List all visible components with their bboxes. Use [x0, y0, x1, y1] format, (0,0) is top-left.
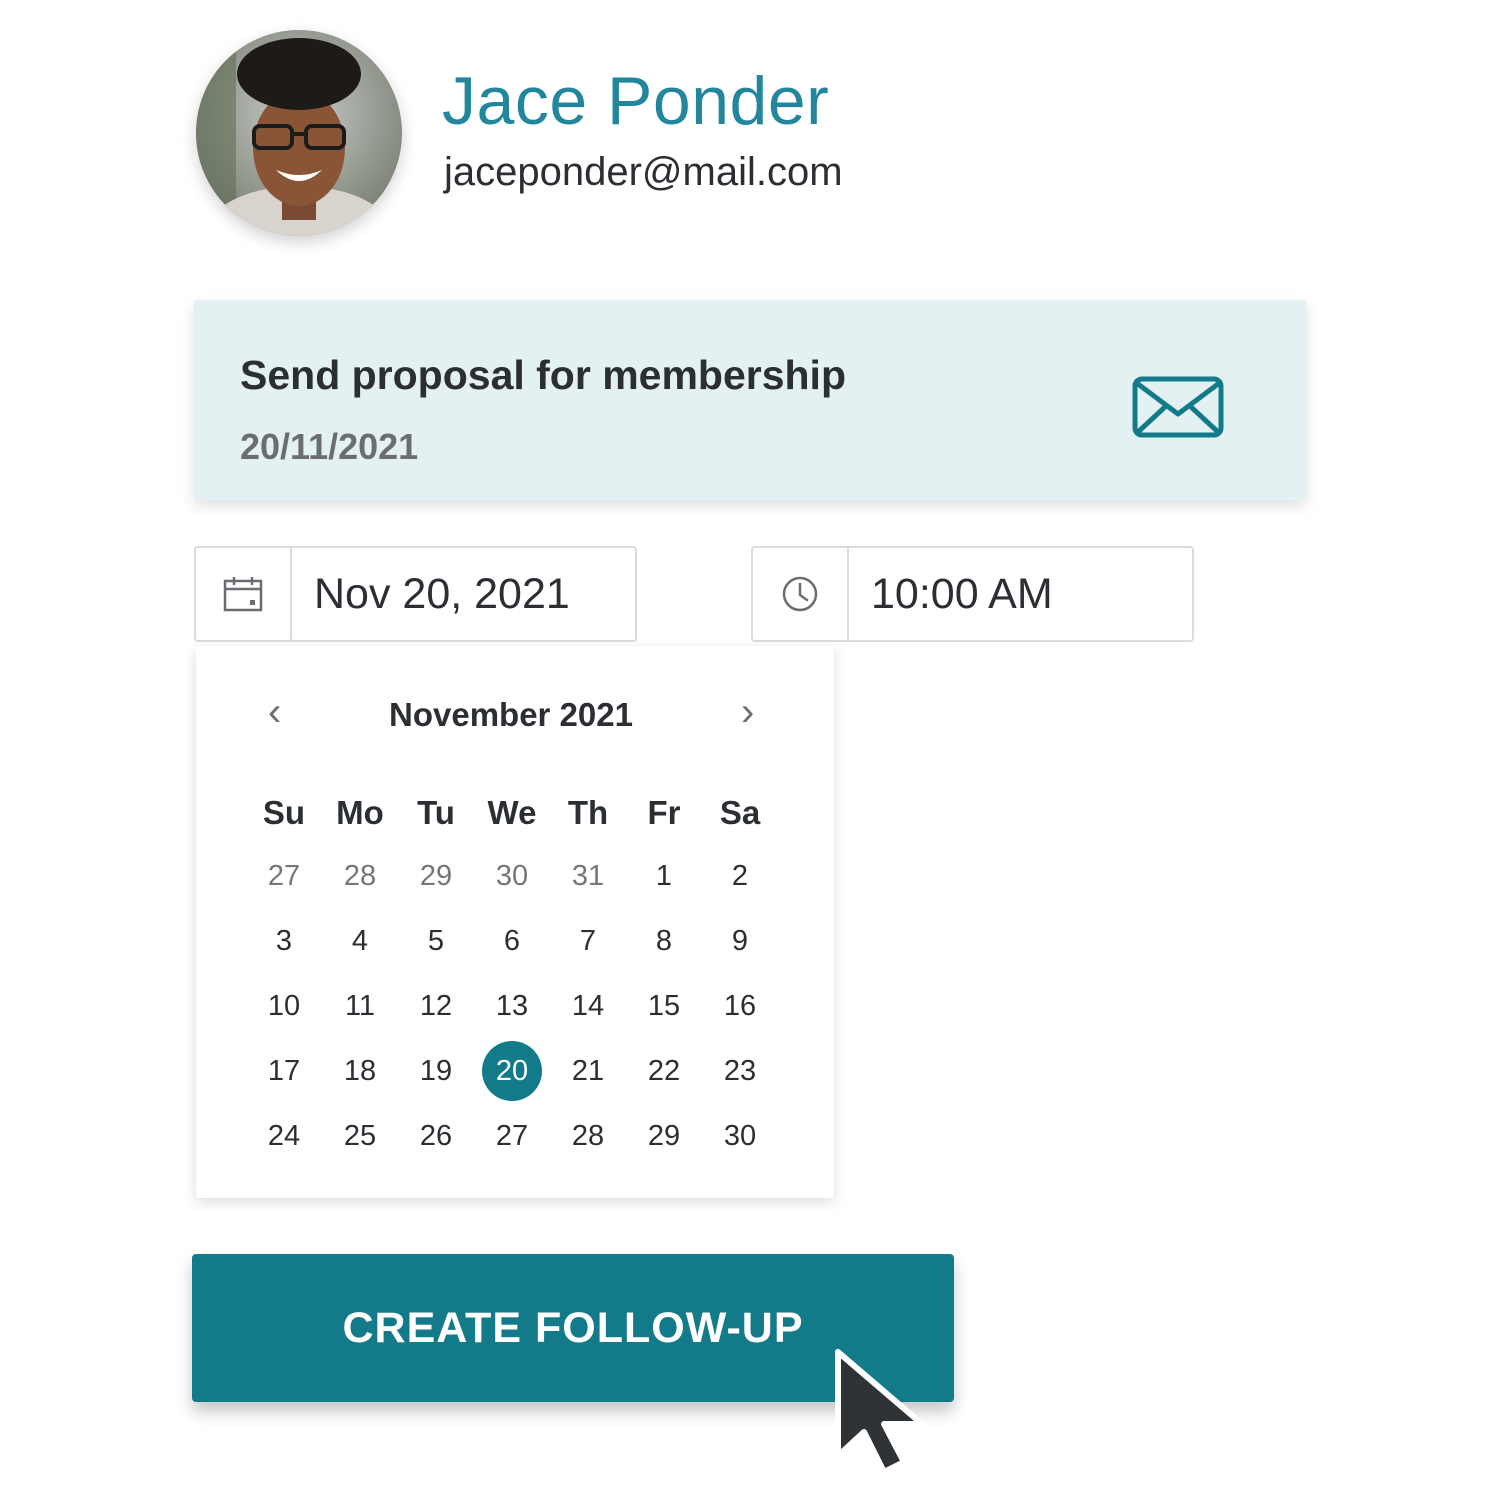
- calendar-day[interactable]: 12: [406, 976, 466, 1036]
- calendar-day-selected[interactable]: 20: [482, 1041, 542, 1101]
- weekday-header: We: [487, 794, 537, 831]
- contact-email: jaceponder@mail.com: [444, 150, 843, 194]
- calendar-day[interactable]: 9: [710, 911, 770, 971]
- calendar-day[interactable]: 26: [406, 1106, 466, 1166]
- date-input[interactable]: Nov 20, 2021: [194, 546, 637, 642]
- calendar-day[interactable]: 14: [558, 976, 618, 1036]
- calendar-day[interactable]: 31: [558, 846, 618, 906]
- date-picker-popup: ‹ November 2021 › Su Mo Tu We Th Fr Sa 27 28 29 30…: [196, 646, 834, 1198]
- calendar-day[interactable]: 6: [482, 911, 542, 971]
- contact-name: Jace Ponder: [442, 63, 830, 139]
- profile-photo: [196, 30, 402, 236]
- calendar-day[interactable]: 11: [330, 976, 390, 1036]
- calendar-day[interactable]: 21: [558, 1041, 618, 1101]
- date-input-value[interactable]: Nov 20, 2021: [314, 570, 570, 619]
- weekday-header: Mo: [336, 794, 384, 831]
- calendar-day[interactable]: 1: [634, 846, 694, 906]
- calendar-day[interactable]: 13: [482, 976, 542, 1036]
- calendar-day[interactable]: 7: [558, 911, 618, 971]
- weekday-header: Th: [567, 794, 609, 831]
- weekday-header: Sa: [719, 794, 761, 831]
- weekday-header: Fr: [647, 794, 681, 831]
- calendar-day[interactable]: 25: [330, 1106, 390, 1166]
- calendar-day[interactable]: 29: [634, 1106, 694, 1166]
- calendar-day[interactable]: 17: [254, 1041, 314, 1101]
- calendar-day[interactable]: 28: [558, 1106, 618, 1166]
- calendar-day[interactable]: 30: [710, 1106, 770, 1166]
- weekday-header: Tu: [417, 794, 455, 831]
- time-input-icon-cell[interactable]: [753, 548, 849, 640]
- time-input-value[interactable]: 10:00 AM: [871, 570, 1053, 619]
- calendar-day[interactable]: 15: [634, 976, 694, 1036]
- calendar-day[interactable]: 16: [710, 976, 770, 1036]
- calendar-day[interactable]: 30: [482, 846, 542, 906]
- calendar-day[interactable]: 27: [482, 1106, 542, 1166]
- next-month-button[interactable]: ›: [741, 690, 754, 735]
- calendar-day[interactable]: 23: [710, 1041, 770, 1101]
- calendar-day[interactable]: 18: [330, 1041, 390, 1101]
- mouse-pointer-icon: [835, 1349, 925, 1475]
- calendar-day[interactable]: 22: [634, 1041, 694, 1101]
- calendar-day[interactable]: 3: [254, 911, 314, 971]
- calendar-day[interactable]: 19: [406, 1041, 466, 1101]
- time-input[interactable]: 10:00 AM: [751, 546, 1194, 642]
- calendar-day[interactable]: 10: [254, 976, 314, 1036]
- create-follow-up-label: CREATE FOLLOW-UP: [342, 1303, 804, 1352]
- date-input-icon-cell[interactable]: [196, 548, 292, 640]
- calendar-day[interactable]: 27: [254, 846, 314, 906]
- calendar-day[interactable]: 4: [330, 911, 390, 971]
- calendar-day[interactable]: 8: [634, 911, 694, 971]
- calendar-day[interactable]: 28: [330, 846, 390, 906]
- calendar-icon: [223, 577, 263, 612]
- task-card[interactable]: Send proposal for membership 20/11/2021: [194, 300, 1306, 500]
- clock-icon: [782, 576, 818, 612]
- calendar-month-label: November 2021: [389, 696, 633, 733]
- avatar: [196, 30, 402, 236]
- calendar-day[interactable]: 24: [254, 1106, 314, 1166]
- task-date: 20/11/2021: [240, 426, 419, 467]
- calendar-day[interactable]: 2: [710, 846, 770, 906]
- envelope-icon[interactable]: [1132, 376, 1224, 438]
- calendar-day[interactable]: 29: [406, 846, 466, 906]
- task-title: Send proposal for membership: [240, 352, 846, 398]
- weekday-header: Su: [262, 794, 306, 831]
- calendar-day[interactable]: 5: [406, 911, 466, 971]
